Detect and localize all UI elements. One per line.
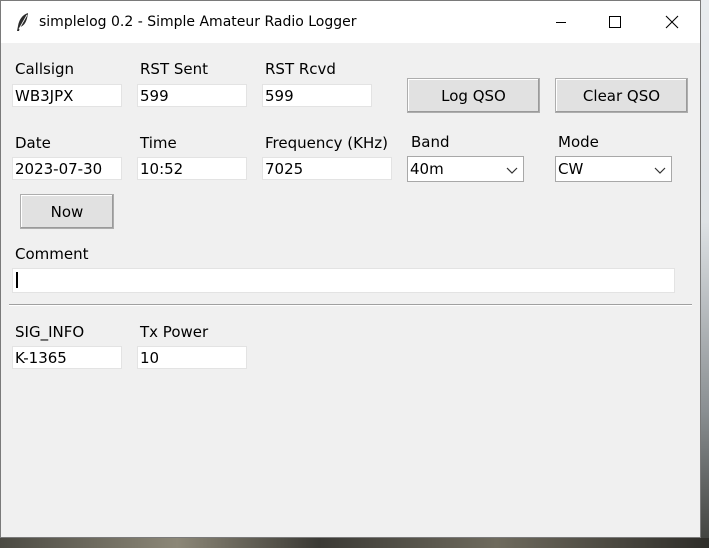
rst-sent-field[interactable]: 599 [137, 84, 247, 107]
close-button[interactable] [643, 1, 701, 43]
app-window: simplelog 0.2 - Simple Amateur Radio Log… [0, 0, 701, 538]
clear-qso-button[interactable]: Clear QSO [555, 78, 688, 113]
frequency-field[interactable]: 7025 [262, 157, 392, 180]
time-field[interactable]: 10:52 [137, 157, 247, 180]
band-label: Band [411, 133, 450, 151]
callsign-label: Callsign [15, 60, 75, 78]
chevron-down-icon [654, 167, 666, 174]
text-cursor [16, 272, 18, 288]
sig-info-label: SIG_INFO [15, 323, 85, 341]
feather-icon [15, 12, 31, 32]
date-label: Date [15, 134, 51, 152]
minimize-icon [556, 22, 566, 23]
band-select[interactable]: 40m [407, 156, 524, 182]
rst-rcvd-label: RST Rcvd [265, 60, 336, 78]
callsign-field[interactable]: WB3JPX [12, 84, 122, 107]
tx-power-field[interactable]: 10 [137, 346, 247, 369]
window-title: simplelog 0.2 - Simple Amateur Radio Log… [39, 14, 357, 30]
minimize-button[interactable] [532, 1, 590, 43]
time-label: Time [140, 134, 177, 152]
chevron-down-icon [506, 167, 518, 174]
separator [9, 304, 692, 305]
mode-select[interactable]: CW [555, 156, 672, 182]
rst-rcvd-field[interactable]: 599 [262, 84, 372, 107]
title-bar[interactable]: simplelog 0.2 - Simple Amateur Radio Log… [1, 1, 700, 43]
maximize-icon [609, 16, 621, 28]
sig-info-field[interactable]: K-1365 [12, 346, 122, 369]
mode-label: Mode [558, 133, 599, 151]
close-icon [665, 15, 679, 29]
date-field[interactable]: 2023-07-30 [12, 157, 122, 180]
maximize-button[interactable] [586, 1, 644, 43]
band-value: 40m [410, 160, 444, 178]
desktop-background-bottom [0, 538, 709, 548]
tx-power-label: Tx Power [140, 323, 209, 341]
frequency-label: Frequency (KHz) [265, 134, 388, 152]
now-button[interactable]: Now [20, 194, 114, 229]
desktop-background [701, 0, 709, 548]
comment-label: Comment [15, 245, 89, 263]
log-qso-button[interactable]: Log QSO [407, 78, 540, 113]
rst-sent-label: RST Sent [140, 60, 209, 78]
mode-value: CW [558, 160, 584, 178]
comment-field[interactable] [12, 268, 675, 293]
